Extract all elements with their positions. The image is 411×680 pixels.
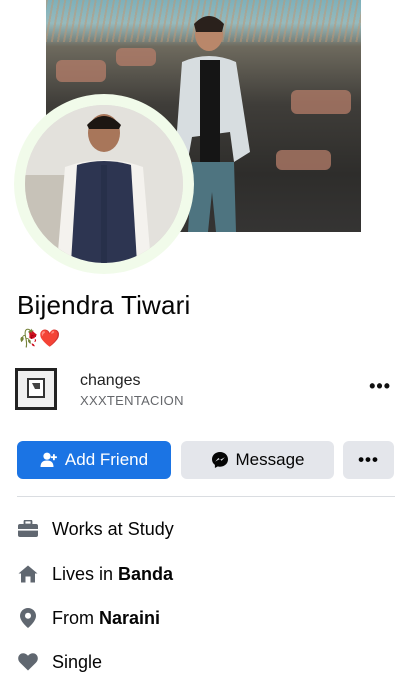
bio-emoji: 🥀❤️ — [18, 329, 61, 348]
add-friend-button[interactable]: Add Friend — [17, 441, 171, 479]
profile-picture[interactable] — [25, 105, 183, 263]
profile-person-figure — [25, 105, 183, 263]
profile-name: Bijendra Tiwari — [17, 290, 191, 320]
detail-relationship[interactable]: Single — [17, 649, 102, 675]
cover-brick — [291, 90, 351, 114]
add-friend-icon — [40, 452, 57, 467]
album-art — [15, 368, 57, 410]
song-more-options-button[interactable]: ••• — [369, 376, 391, 397]
detail-lives-in-text: Lives in Banda — [52, 563, 174, 584]
detail-from[interactable]: From Naraini — [17, 605, 160, 631]
section-divider — [17, 496, 395, 497]
detail-lives-in[interactable]: Lives in Banda — [17, 561, 173, 587]
profile-song[interactable]: changes XXXTENTACION ••• — [15, 366, 395, 412]
song-title: changes — [80, 372, 141, 389]
cover-brick — [276, 150, 331, 170]
cover-brick — [116, 48, 156, 66]
song-artist: XXXTENTACION — [80, 393, 184, 408]
add-friend-label: Add Friend — [64, 450, 149, 469]
message-button[interactable]: Message — [181, 441, 334, 479]
messenger-icon — [211, 452, 228, 468]
detail-work[interactable]: Works at Study — [17, 516, 174, 542]
cover-brick — [56, 60, 106, 82]
detail-relationship-text: Single — [52, 651, 103, 672]
briefcase-icon — [17, 518, 39, 540]
heart-icon — [17, 651, 39, 673]
album-art-figure — [18, 371, 54, 407]
profile-picture-frame[interactable] — [14, 94, 194, 274]
more-options-button[interactable]: ••• — [343, 441, 394, 479]
message-label: Message — [235, 450, 305, 469]
detail-from-text: From Naraini — [52, 607, 161, 628]
home-icon — [17, 563, 39, 585]
detail-work-text: Works at Study — [52, 518, 174, 539]
location-pin-icon — [17, 607, 39, 629]
